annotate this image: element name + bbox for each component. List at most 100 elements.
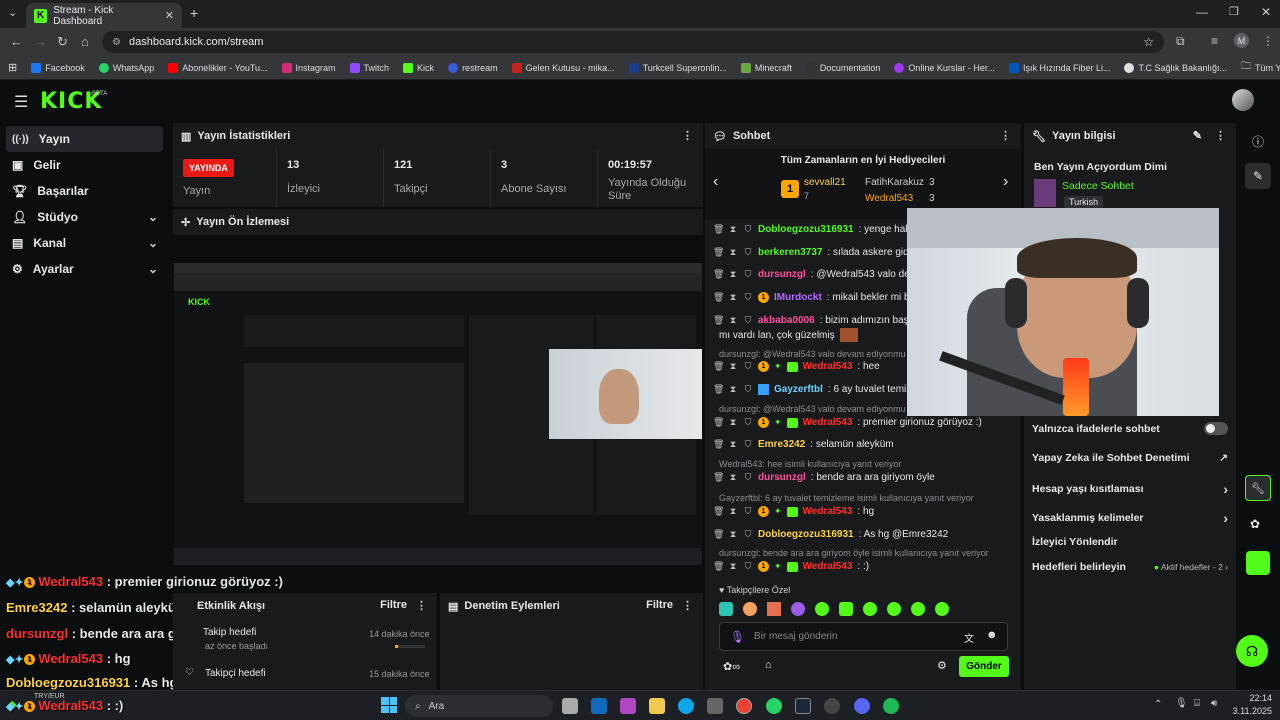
setting-row[interactable]: Yasaklanmış kelimeler ›: [1032, 510, 1228, 526]
wrench-icon[interactable]: 🔧︎: [1245, 475, 1271, 501]
gifter-name[interactable]: Wedral543: [865, 193, 913, 204]
bookmark-item[interactable]: Minecraft: [740, 62, 792, 73]
more-options-icon[interactable]: ⋮: [682, 599, 693, 612]
sidebar-item-kanal[interactable]: ▤ Kanal ⌄: [0, 230, 168, 256]
browser-menu-icon[interactable]: ⋮: [1262, 34, 1274, 48]
outlook-icon[interactable]: [591, 698, 607, 714]
emote-icon[interactable]: [911, 602, 925, 616]
chat-settings-icon[interactable]: ⚙: [937, 659, 947, 672]
emote-icon[interactable]: [935, 602, 949, 616]
url-field[interactable]: ⚙ dashboard.kick.com/stream ☆: [102, 31, 1164, 53]
spotify-icon[interactable]: [883, 698, 899, 714]
send-button[interactable]: Gönder: [959, 656, 1009, 677]
bookmark-item[interactable]: WhatsApp: [98, 62, 154, 73]
chat-message[interactable]: 🗑︎ ⧗ ⛉ Dobloegzozu316931: As hg @Emre3242: [713, 529, 948, 540]
setting-row[interactable]: Yapay Zeka ile Sohbet Denetimi ↗: [1032, 452, 1228, 464]
emote-icon[interactable]: [863, 602, 877, 616]
emote-icon[interactable]: [815, 602, 829, 616]
browser-tab[interactable]: K Stream - Kick Dashboard ✕: [26, 3, 182, 28]
chrome-icon[interactable]: [736, 698, 752, 714]
edge-icon[interactable]: [678, 698, 694, 714]
chat-message[interactable]: 🗑︎ ⧗ ⛉ Emre3242: selamün aleyküm: [713, 439, 894, 450]
setting-row[interactable]: Hesap yaşı kısıtlaması ›: [1032, 481, 1228, 497]
mic-tray-icon[interactable]: 🎙︎: [1175, 698, 1188, 709]
chat-message[interactable]: 🗑︎ ⧗ ⛉ 1 ✦ Wedral543: hee: [713, 361, 880, 372]
prev-arrow-icon[interactable]: ‹: [713, 173, 718, 191]
setting-row[interactable]: İzleyici Yönlendir: [1032, 536, 1228, 548]
chat-message[interactable]: 🗑︎ ⧗ ⛉ 1 ✦ Wedral543: :): [713, 561, 869, 572]
bookmark-star-icon[interactable]: ☆: [1143, 35, 1154, 49]
copilot-icon[interactable]: [620, 698, 636, 714]
points-icon[interactable]: ✿∞: [723, 660, 740, 673]
file-explorer-icon[interactable]: [649, 698, 665, 714]
emote-icon[interactable]: [839, 602, 853, 616]
emote-icon[interactable]: [887, 602, 901, 616]
next-arrow-icon[interactable]: ›: [1003, 173, 1008, 191]
bookmark-item[interactable]: Instagram: [281, 62, 336, 73]
more-options-icon[interactable]: ⋮: [1215, 129, 1226, 142]
bookmark-item[interactable]: Abonelikler - YouTu...: [168, 62, 268, 73]
store-icon[interactable]: [707, 698, 723, 714]
emote-icon[interactable]: [719, 602, 733, 616]
user-avatar[interactable]: [1232, 89, 1254, 111]
profile-avatar[interactable]: M: [1234, 33, 1249, 48]
tab-search-icon[interactable]: ⌄: [8, 6, 17, 19]
bookmark-item[interactable]: Gelen Kutusu - mika...: [511, 62, 615, 73]
emote-icon[interactable]: [791, 602, 805, 616]
bookmark-item[interactable]: Documentation: [805, 62, 880, 73]
support-icon[interactable]: ☊: [1236, 635, 1268, 667]
steam-icon[interactable]: [795, 698, 811, 714]
gifter-name[interactable]: FatihKarakuz: [865, 177, 924, 188]
chat-message[interactable]: 🗑︎ ⧗ ⛉ 1 ✦ Wedral543: premier girionuz görüyo…: [713, 417, 982, 428]
chat-message[interactable]: 🗑︎ ⧗ ⛉ 1 ✦ Wedral543: hg: [713, 506, 874, 517]
bookmark-item[interactable]: Turkcell Superonlin...: [628, 62, 727, 73]
bookmark-item[interactable]: Işık Hızında Fiber Li...: [1008, 62, 1110, 73]
chat-input[interactable]: 🎙︎ Bir mesaj gönderin 文 ☻: [719, 622, 1008, 651]
site-info-icon[interactable]: ⚙: [112, 37, 121, 48]
setting-row[interactable]: Hedefleri belirleyin ● Aktif hedefler - 2…: [1032, 561, 1228, 573]
tray-chevron-icon[interactable]: ⌃: [1154, 699, 1162, 710]
sidebar-item-basarilar[interactable]: 🏆︎ Başarılar: [0, 178, 168, 204]
chat-message[interactable]: 🗑︎ ⧗ ⛉ dursunzgl: @Wedral543 valo deva: [713, 269, 920, 280]
toggle-switch[interactable]: [1204, 422, 1228, 435]
edit-icon[interactable]: ✎: [1193, 129, 1202, 142]
chat-message[interactable]: 🗑︎ ⧗ ⛉ akbaba0006: bizim adımızın başın: [713, 315, 917, 326]
taskbar-search[interactable]: ⌕ Ara: [405, 695, 553, 717]
clock-time[interactable]: 22:14: [1238, 693, 1272, 703]
more-options-icon[interactable]: ⋮: [1000, 129, 1011, 142]
home-icon[interactable]: ⌂: [81, 34, 89, 49]
microphone-icon[interactable]: 🎙︎: [730, 630, 745, 644]
more-options-icon[interactable]: ⋮: [416, 599, 427, 612]
emote-icon[interactable]: [767, 602, 781, 616]
chat-message[interactable]: 🗑︎ ⧗ ⛉ 1 IMurdockt: mikail bekler mi bile: [713, 292, 920, 303]
filter-button[interactable]: Filtre: [380, 599, 407, 611]
start-button[interactable]: [381, 697, 397, 713]
all-bookmarks-folder[interactable]: 🗀Tüm Yer İşaretleri: [1241, 59, 1280, 76]
sidebar-item-studyo[interactable]: 👤︎ Stüdyo ⌄: [0, 204, 168, 230]
app-icon[interactable]: [1246, 551, 1270, 575]
bookmark-item[interactable]: Twitch: [349, 62, 389, 73]
bookmark-item[interactable]: Facebook: [31, 62, 85, 73]
chat-message[interactable]: 🗑︎ ⧗ ⛉ dursunzgl: bende ara ara giriyom öyl…: [713, 472, 935, 483]
bookmark-item[interactable]: Online Kurslar - Her...: [894, 62, 995, 73]
setting-row[interactable]: Yalnızca ifadelerle sohbet: [1032, 422, 1228, 435]
sidebar-item-ayarlar[interactable]: ⚙ Ayarlar ⌄: [0, 256, 168, 282]
extensions-icon[interactable]: ⧉: [1176, 34, 1185, 49]
chat-message[interactable]: 🗑︎ ⧗ ⛉ Gayzerftbl: 6 ay tuvalet temizle: [713, 384, 919, 395]
apps-grid-icon[interactable]: ⊞: [8, 61, 17, 74]
media-icon[interactable]: ≡: [1211, 34, 1218, 48]
stream-preview-video[interactable]: KICK: [174, 263, 702, 565]
whatsapp-icon[interactable]: [766, 698, 782, 714]
paw-icon[interactable]: ✿: [1250, 517, 1260, 531]
filter-button[interactable]: Filtre: [646, 599, 673, 611]
task-view-icon[interactable]: [562, 698, 578, 714]
store-icon[interactable]: ⌂: [765, 659, 772, 671]
info-icon[interactable]: ⓘ: [1252, 133, 1264, 150]
back-icon[interactable]: ←: [10, 34, 23, 49]
emote-icon[interactable]: [743, 602, 757, 616]
sidebar-item-yayin[interactable]: ((·)) Yayın: [6, 126, 163, 152]
tab-close-icon[interactable]: ✕: [165, 9, 174, 22]
forward-icon[interactable]: →: [34, 34, 47, 49]
sidebar-item-gelir[interactable]: ▣ Gelir: [0, 152, 168, 178]
chat-message[interactable]: 🗑︎ ⧗ ⛉ Dobloegzozu316931: yenge hakka: [713, 224, 921, 235]
